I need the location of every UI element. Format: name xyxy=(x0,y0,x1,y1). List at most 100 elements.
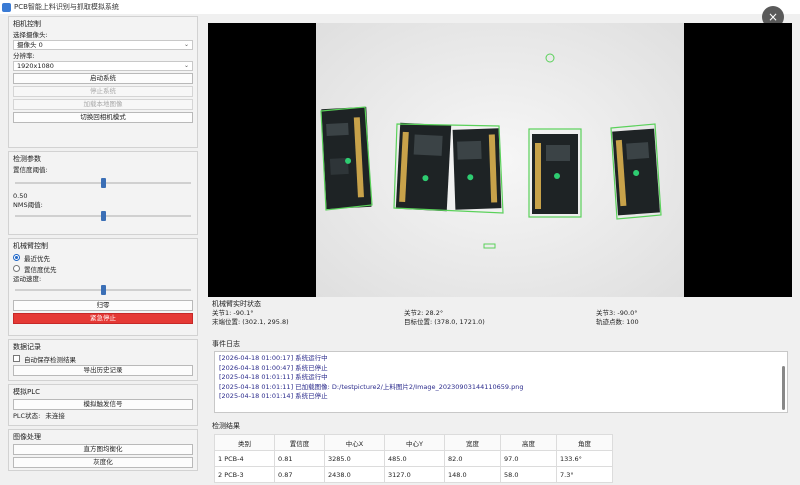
table-cell: 82.0 xyxy=(444,450,501,467)
table-cell: 58.0 xyxy=(500,466,557,483)
slider-handle[interactable] xyxy=(101,211,106,221)
switch-camera-mode-button[interactable]: 切换回相机模式 xyxy=(13,112,193,123)
control-panel: 相机控制 选择摄像头: 摄像头 0 ⌄ 分辨率: 1920x1080 ⌄ 启动系… xyxy=(8,16,198,485)
table-cell: 3285.0 xyxy=(324,450,385,467)
group-title: 数据记录 xyxy=(13,343,41,351)
load-image-button[interactable]: 加载本地图像 xyxy=(13,99,193,110)
window-edge xyxy=(792,14,800,485)
arm-status-title: 机械臂实时状态 xyxy=(212,300,261,308)
confidence-slider[interactable] xyxy=(15,178,191,188)
image-processing-group: 图像处理 直方图均衡化 灰度化 xyxy=(8,429,198,471)
log-line: [2025-04-18 01:01:14] 系统已停止 xyxy=(219,392,328,400)
row-category: PCB-4 xyxy=(224,454,244,463)
emergency-stop-button[interactable]: 紧急停止 xyxy=(13,313,193,324)
table-cell: 0.81 xyxy=(274,450,325,467)
camera-select-label: 选择摄像头: xyxy=(13,31,48,39)
resolution-select-value: 1920x1080 xyxy=(17,62,54,70)
row-index: 2 xyxy=(218,470,223,479)
title-bar: PCB智能上料识别与抓取模拟系统 xyxy=(0,0,800,14)
group-title: 检测参数 xyxy=(13,155,41,163)
table-cell: 7.3° xyxy=(556,466,613,483)
checkbox-label: 自动保存检测结果 xyxy=(24,355,76,364)
resolution-label: 分辨率: xyxy=(13,52,35,60)
export-history-button[interactable]: 导出历史记录 xyxy=(13,365,193,376)
window-title: PCB智能上料识别与抓取模拟系统 xyxy=(14,3,119,11)
arm-status-row: 末端位置: (302.1, 295.8) 目标位置: (378.0, 1721.… xyxy=(208,318,792,327)
data-record-group: 数据记录 自动保存检测结果 导出历史记录 xyxy=(8,339,198,381)
log-line: [2025-04-18 01:01:11] 系统运行中 xyxy=(219,373,328,381)
confidence-label: 置信度阈值: xyxy=(13,166,48,174)
home-button[interactable]: 归零 xyxy=(13,300,193,311)
checkbox-icon xyxy=(13,355,20,362)
speed-slider[interactable] xyxy=(15,285,191,295)
plc-status: PLC状态: 未连接 xyxy=(13,412,193,420)
camera-select[interactable]: 摄像头 0 ⌄ xyxy=(13,40,193,50)
group-title: 模拟PLC xyxy=(13,388,41,396)
group-title: 图像处理 xyxy=(13,433,41,441)
event-log-panel: 事件日志 [2026-04-18 01:00:17] 系统运行中 [2026-0… xyxy=(208,339,792,419)
column-header[interactable]: 类别 xyxy=(214,434,275,451)
camera-select-value: 摄像头 0 xyxy=(17,41,43,49)
event-log-box[interactable]: [2026-04-18 01:00:17] 系统运行中 [2026-04-18 … xyxy=(214,351,788,413)
histogram-equalize-button[interactable]: 直方图均衡化 xyxy=(13,444,193,455)
column-header[interactable]: 高度 xyxy=(500,434,557,451)
radio-nearest-first[interactable]: 最近优先 xyxy=(13,253,193,263)
arm-control-group: 机械臂控制 最近优先 置信度优先 运动速度: 归零 紧急停止 xyxy=(8,238,198,336)
column-header[interactable]: 中心X xyxy=(324,434,385,451)
group-title: 相机控制 xyxy=(13,20,41,28)
column-header[interactable]: 置信度 xyxy=(274,434,325,451)
chevron-down-icon: ⌄ xyxy=(183,62,189,69)
column-header[interactable]: 中心Y xyxy=(384,434,445,451)
radio-label: 置信度优先 xyxy=(24,265,57,274)
camera-frame xyxy=(316,23,684,297)
grayscale-button[interactable]: 灰度化 xyxy=(13,457,193,468)
simulate-trigger-button[interactable]: 模拟触发信号 xyxy=(13,399,193,410)
results-table: 类别 置信度 中心X 中心Y 宽度 高度 角度 1 PCB-4 0.81 328… xyxy=(214,434,613,483)
arm-status-panel: 机械臂实时状态 关节1: -90.1° 关节2: 28.2° 关节3: -90.… xyxy=(208,299,792,335)
stop-system-button[interactable]: 停止系统 xyxy=(13,86,193,97)
arm-status-row: 关节1: -90.1° 关节2: 28.2° 关节3: -90.0° xyxy=(208,309,792,318)
camera-control-group: 相机控制 选择摄像头: 摄像头 0 ⌄ 分辨率: 1920x1080 ⌄ 启动系… xyxy=(8,16,198,148)
table-cell: 148.0 xyxy=(444,466,501,483)
row-category: PCB-3 xyxy=(224,470,244,479)
autosave-checkbox[interactable]: 自动保存检测结果 xyxy=(13,354,193,364)
table-cell: 1 PCB-4 xyxy=(214,450,275,467)
speed-label: 运动速度: xyxy=(13,275,42,283)
plc-status-label: PLC状态: xyxy=(13,412,41,420)
nms-slider[interactable] xyxy=(15,211,191,221)
pcb-board xyxy=(321,106,372,210)
table-cell: 0.87 xyxy=(274,466,325,483)
column-header[interactable]: 宽度 xyxy=(444,434,501,451)
log-line: [2026-04-18 01:00:47] 系统已停止 xyxy=(219,363,328,372)
slider-handle[interactable] xyxy=(101,178,106,188)
resolution-select[interactable]: 1920x1080 ⌄ xyxy=(13,61,193,71)
table-cell: 2438.0 xyxy=(324,466,385,483)
table-cell: 485.0 xyxy=(384,450,445,467)
radio-checked-icon xyxy=(13,254,20,261)
column-header[interactable]: 角度 xyxy=(556,434,613,451)
log-scrollbar[interactable] xyxy=(782,366,785,410)
row-index: 1 xyxy=(218,454,223,463)
start-system-button[interactable]: 启动系统 xyxy=(13,73,193,84)
event-log-title: 事件日志 xyxy=(212,340,240,348)
radio-confidence-first[interactable]: 置信度优先 xyxy=(13,264,193,274)
plc-group: 模拟PLC 模拟触发信号 PLC状态: 未连接 xyxy=(8,384,198,426)
table-cell: 2 PCB-3 xyxy=(214,466,275,483)
pcb-board xyxy=(612,128,660,216)
table-cell: 97.0 xyxy=(500,450,557,467)
radio-label: 最近优先 xyxy=(24,254,50,263)
detect-params-group: 检测参数 置信度阈值: 0.50 NMS阈值: xyxy=(8,151,198,235)
slider-handle[interactable] xyxy=(101,285,106,295)
radio-unchecked-icon xyxy=(13,265,20,272)
table-row[interactable]: 1 PCB-4 0.81 3285.0 485.0 82.0 97.0 133.… xyxy=(214,450,613,467)
group-title: 机械臂控制 xyxy=(13,242,48,250)
results-panel: 检测结果 类别 置信度 中心X 中心Y 宽度 高度 角度 1 PCB-4 0.8… xyxy=(208,421,792,485)
camera-view[interactable] xyxy=(208,23,792,297)
joint3-readout: 关节3: -90.0° xyxy=(596,309,638,317)
pcb-board xyxy=(395,122,452,212)
table-cell: 3127.0 xyxy=(384,466,445,483)
confidence-value: 0.50 xyxy=(13,192,28,200)
app-icon xyxy=(2,2,11,12)
log-line: [2026-04-18 01:00:17] 系统运行中 xyxy=(219,354,328,362)
table-row[interactable]: 2 PCB-3 0.87 2438.0 3127.0 148.0 58.0 7.… xyxy=(214,466,613,483)
